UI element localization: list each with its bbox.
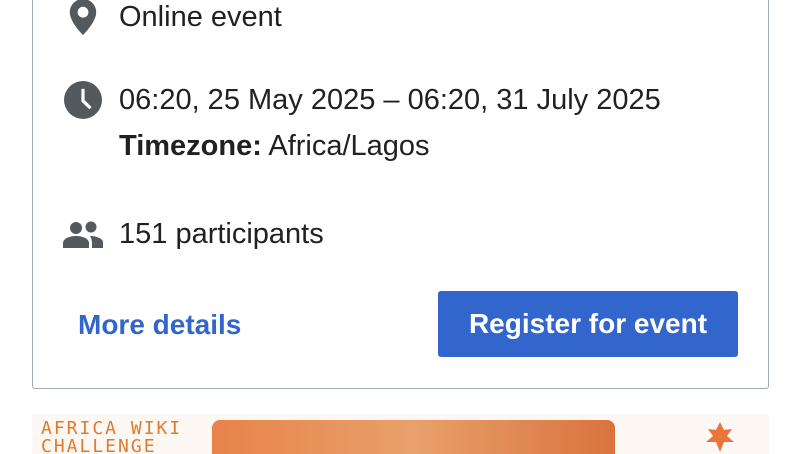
people-icon — [63, 214, 103, 254]
register-button[interactable]: Register for event — [438, 291, 738, 357]
timezone-value: Africa/Lagos — [268, 130, 430, 162]
promo-banner[interactable]: AFRICA WIKI CHALLENGE — [32, 414, 769, 454]
map-pin-icon — [63, 0, 103, 37]
location-row: Online event — [63, 0, 282, 37]
clock-icon — [63, 80, 103, 120]
datetime-block: 06:20, 25 May 2025 – 06:20, 31 July 2025… — [119, 80, 661, 166]
timezone-label: Timezone: — [119, 130, 262, 162]
location-text: Online event — [119, 1, 282, 33]
datetime-row: 06:20, 25 May 2025 – 06:20, 31 July 2025… — [63, 80, 661, 166]
banner-title: AFRICA WIKI CHALLENGE — [41, 418, 183, 454]
datetime-range: 06:20, 25 May 2025 – 06:20, 31 July 2025 — [119, 84, 661, 116]
banner-image — [212, 420, 615, 454]
participants-count: 151 participants — [119, 218, 324, 250]
event-card: Online event 06:20, 25 May 2025 – 06:20,… — [32, 0, 769, 389]
banner-logo-icon — [706, 422, 734, 452]
timezone-line: Timezone: Africa/Lagos — [119, 126, 661, 166]
more-details-link[interactable]: More details — [78, 305, 241, 345]
participants-row: 151 participants — [63, 214, 324, 254]
